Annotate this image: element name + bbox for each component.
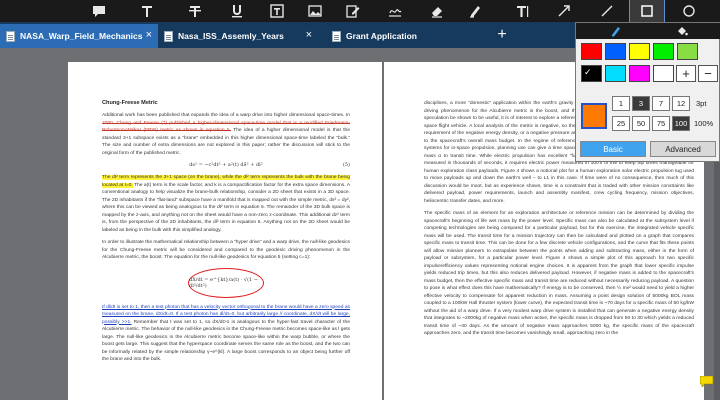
close-icon[interactable]: × xyxy=(306,29,312,41)
thickness-value: 3pt xyxy=(696,99,707,108)
advanced-mode-button[interactable]: Advanced xyxy=(650,141,716,157)
document-icon xyxy=(164,30,173,42)
paragraph: The specific mass of an element for an e… xyxy=(424,211,694,336)
thickness-3-button[interactable]: 3 xyxy=(632,96,650,111)
color-swatch-white[interactable] xyxy=(653,65,674,82)
color-swatch-blue[interactable] xyxy=(605,43,626,60)
shape-style-panel: ✓ + − 1 3 7 12 3pt 25 50 75 100 100% Bas… xyxy=(575,22,720,162)
edit-note-icon[interactable] xyxy=(336,0,370,22)
section-heading: Chung-Freese Metric xyxy=(102,100,158,106)
text-tool-icon[interactable] xyxy=(130,0,164,22)
color-swatch-light-green[interactable] xyxy=(677,43,698,60)
tab-label: Grant Application xyxy=(346,31,417,41)
equation-6: dX/dt = e^{kt}/a(t) · √(1 − dl²/dt²) xyxy=(189,276,259,289)
color-swatch-green[interactable] xyxy=(653,43,674,60)
image-tool-icon[interactable] xyxy=(298,0,332,22)
paragraph: The dt² term represents the 3+1 space (o… xyxy=(102,174,350,234)
color-swatch-cyan[interactable] xyxy=(605,65,626,82)
new-tab-button[interactable]: + xyxy=(490,24,514,46)
paragraph: Additional work has been published that … xyxy=(102,112,350,157)
close-icon[interactable]: × xyxy=(146,29,152,41)
thickness-7-button[interactable]: 7 xyxy=(652,96,670,111)
document-icon xyxy=(6,30,15,42)
tab-nasa-iss-assemly-years[interactable]: Nasa_ISS_Assemly_Years × xyxy=(158,24,318,48)
add-color-button[interactable]: + xyxy=(676,65,696,82)
tab-nasa-warp-field-mechanics[interactable]: NASA_Warp_Field_Mechanics × xyxy=(0,24,158,48)
thickness-12-button[interactable]: 12 xyxy=(672,96,690,111)
arrow-tool-icon[interactable] xyxy=(547,0,581,22)
ellipse-tool-icon[interactable] xyxy=(672,0,706,22)
eraser-icon[interactable] xyxy=(420,0,454,22)
equation-number: (5) xyxy=(342,162,350,168)
paragraph: If dl/dt is set to 1, then a test photon… xyxy=(102,304,350,364)
highlighter-icon[interactable] xyxy=(458,0,492,22)
opacity-50-button[interactable]: 50 xyxy=(632,116,650,131)
underline-tool-icon[interactable] xyxy=(220,0,254,22)
document-page-left: Chung-Freese Metric Additional work has … xyxy=(68,62,382,400)
remove-color-button[interactable]: − xyxy=(698,65,718,82)
sticky-note-icon[interactable] xyxy=(699,374,714,388)
fill-bucket-icon[interactable] xyxy=(676,24,688,42)
paragraph-text: Additional work has been published that … xyxy=(102,113,350,118)
free-text-tool-icon[interactable] xyxy=(505,0,539,22)
color-swatch-red[interactable] xyxy=(581,43,602,60)
comment-icon[interactable] xyxy=(82,0,116,22)
thickness-1-button[interactable]: 1 xyxy=(612,96,630,111)
rectangle-tool-icon[interactable] xyxy=(629,0,665,23)
panel-tabs xyxy=(576,23,720,39)
color-swatch-yellow[interactable] xyxy=(629,43,650,60)
strikethrough-tool-icon[interactable] xyxy=(178,0,212,22)
equation-5: ds² = −c²dt² + a²(t) dx⃗² + dl² (5) xyxy=(102,162,350,168)
color-swatch-magenta[interactable] xyxy=(629,65,650,82)
check-icon: ✓ xyxy=(584,67,592,77)
basic-mode-button[interactable]: Basic xyxy=(580,141,646,157)
tab-grant-application[interactable]: Grant Application xyxy=(326,24,486,48)
tab-label: Nasa_ISS_Assemly_Years xyxy=(178,31,284,41)
paragraph: In order to illustrate the mathematical … xyxy=(102,240,350,260)
tab-label: NASA_Warp_Field_Mechanics xyxy=(20,31,143,41)
paragraph-text: Remember that t was set to 1, so dX/dt>1… xyxy=(102,319,350,363)
opacity-25-button[interactable]: 25 xyxy=(612,116,630,131)
line-tool-icon[interactable] xyxy=(590,0,624,22)
color-preview xyxy=(581,103,607,129)
paragraph-text: The a(t) term is the scale factor, and k… xyxy=(102,182,351,233)
equation-text: ds² = −c²dt² + a²(t) dx⃗² + dl² xyxy=(189,162,263,168)
opacity-100-button[interactable]: 100 xyxy=(672,116,690,131)
document-icon xyxy=(332,30,341,42)
pen-icon[interactable] xyxy=(610,24,622,42)
ellipse-annotation[interactable]: dX/dt = e^{kt}/a(t) · √(1 − dl²/dt²) xyxy=(188,267,264,298)
annotation-toolbar xyxy=(0,0,720,23)
opacity-75-button[interactable]: 75 xyxy=(652,116,670,131)
signature-tool-icon[interactable] xyxy=(378,0,412,22)
opacity-value: 100% xyxy=(694,119,714,128)
text-box-tool-icon[interactable] xyxy=(260,0,294,22)
color-swatch-black-selected[interactable]: ✓ xyxy=(581,65,602,82)
